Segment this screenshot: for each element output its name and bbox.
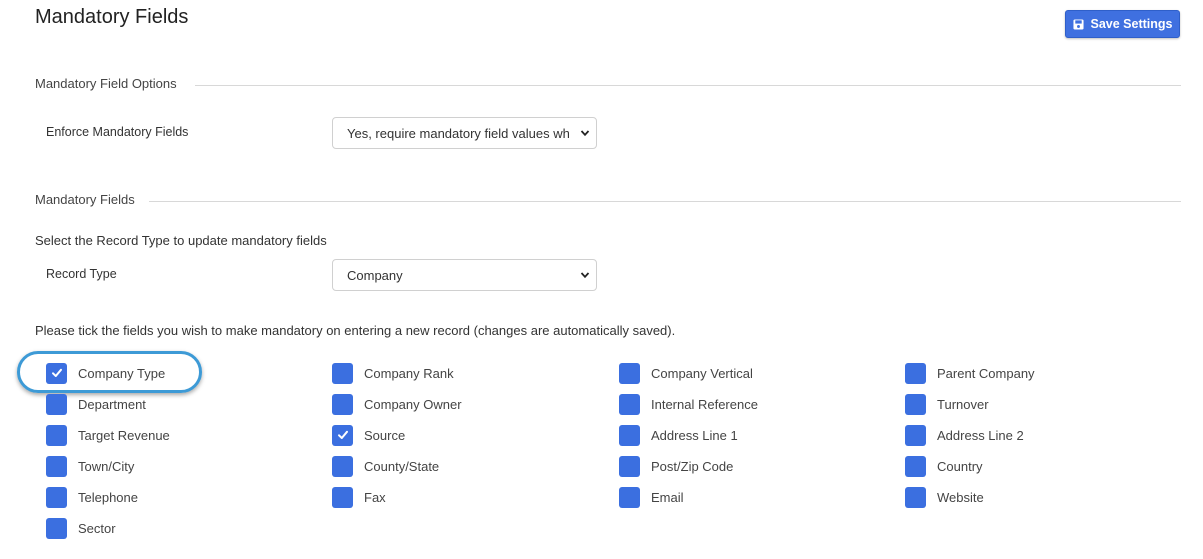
field-checkbox[interactable] <box>332 393 353 415</box>
field-option[interactable]: Email <box>619 486 684 508</box>
save-icon <box>1072 18 1084 30</box>
field-option[interactable]: Company Type <box>46 362 165 384</box>
field-option[interactable]: Website <box>905 486 984 508</box>
field-label: Post/Zip Code <box>651 458 734 474</box>
field-checkbox[interactable] <box>46 517 67 539</box>
field-option[interactable]: Source <box>332 424 405 446</box>
field-option[interactable]: Post/Zip Code <box>619 455 733 477</box>
field-label: Country <box>937 458 983 474</box>
field-checkbox[interactable] <box>332 486 353 508</box>
field-option[interactable]: Company Rank <box>332 362 454 384</box>
enforce-mandatory-label: Enforce Mandatory Fields <box>46 125 189 139</box>
field-label: Source <box>364 427 406 443</box>
field-option[interactable]: Department <box>46 393 146 415</box>
field-checkbox[interactable] <box>619 393 640 415</box>
checkmark-icon <box>51 368 62 377</box>
page-title: Mandatory Fields <box>35 6 189 28</box>
tick-instruction: Please tick the fields you wish to make … <box>35 323 676 338</box>
field-label: Company Owner <box>364 396 462 412</box>
field-option[interactable]: Fax <box>332 486 386 508</box>
field-option[interactable]: Telephone <box>46 486 138 508</box>
field-label: Internal Reference <box>651 396 758 412</box>
field-checkbox[interactable] <box>332 455 353 477</box>
field-checkbox[interactable] <box>619 362 640 384</box>
field-checkbox[interactable] <box>905 393 926 415</box>
field-checkbox[interactable] <box>46 486 67 508</box>
record-type-value: Company <box>347 267 403 283</box>
field-checkbox[interactable] <box>619 486 640 508</box>
field-option[interactable]: Town/City <box>46 455 134 477</box>
field-checkbox[interactable] <box>905 455 926 477</box>
field-option[interactable]: Address Line 2 <box>905 424 1024 446</box>
field-option[interactable]: Internal Reference <box>619 393 758 415</box>
field-label: Town/City <box>78 458 135 474</box>
field-option[interactable]: Company Vertical <box>619 362 753 384</box>
field-option[interactable]: Parent Company <box>905 362 1035 384</box>
checkmark-icon <box>337 430 348 439</box>
field-checkbox[interactable] <box>905 362 926 384</box>
field-option[interactable]: Address Line 1 <box>619 424 738 446</box>
field-label: Address Line 1 <box>651 427 738 443</box>
record-type-select[interactable]: Company <box>332 259 597 291</box>
section-heading-options: Mandatory Field Options <box>35 76 177 91</box>
save-settings-label: Save Settings <box>1090 17 1173 31</box>
field-option[interactable]: County/State <box>332 455 439 477</box>
section-divider <box>195 85 1181 86</box>
field-option[interactable]: Country <box>905 455 983 477</box>
field-option[interactable]: Sector <box>46 517 116 539</box>
field-label: Company Rank <box>364 365 454 381</box>
field-label: Email <box>651 489 684 505</box>
field-checkbox[interactable] <box>46 393 67 415</box>
chevron-down-icon <box>580 130 590 137</box>
record-type-instruction: Select the Record Type to update mandato… <box>35 233 327 248</box>
field-label: Fax <box>364 489 386 505</box>
field-label: Parent Company <box>937 365 1035 381</box>
field-label: Department <box>78 396 146 412</box>
save-settings-button[interactable]: Save Settings <box>1065 10 1180 38</box>
record-type-label: Record Type <box>46 267 117 281</box>
field-option[interactable]: Turnover <box>905 393 989 415</box>
field-label: Telephone <box>78 489 138 505</box>
field-label: Company Vertical <box>651 365 753 381</box>
field-option[interactable]: Company Owner <box>332 393 462 415</box>
field-label: Website <box>937 489 984 505</box>
field-checkbox[interactable] <box>905 424 926 446</box>
field-checkbox[interactable] <box>619 455 640 477</box>
field-checkbox[interactable] <box>46 455 67 477</box>
field-checkbox[interactable] <box>46 362 67 384</box>
enforce-mandatory-select[interactable]: Yes, require mandatory field values when… <box>332 117 597 149</box>
field-label: Turnover <box>937 396 989 412</box>
field-label: Target Revenue <box>78 427 170 443</box>
field-checkbox[interactable] <box>619 424 640 446</box>
field-checkbox[interactable] <box>905 486 926 508</box>
field-label: County/State <box>364 458 440 474</box>
section-divider <box>149 201 1181 202</box>
field-label: Address Line 2 <box>937 427 1024 443</box>
enforce-mandatory-value: Yes, require mandatory field values when… <box>347 125 569 141</box>
field-option[interactable]: Target Revenue <box>46 424 170 446</box>
field-label: Sector <box>78 520 116 536</box>
field-checkbox[interactable] <box>332 362 353 384</box>
field-label: Company Type <box>78 365 166 381</box>
chevron-down-icon <box>580 272 590 279</box>
section-heading-fields: Mandatory Fields <box>35 192 135 207</box>
field-checkbox[interactable] <box>46 424 67 446</box>
field-checkbox[interactable] <box>332 424 353 446</box>
